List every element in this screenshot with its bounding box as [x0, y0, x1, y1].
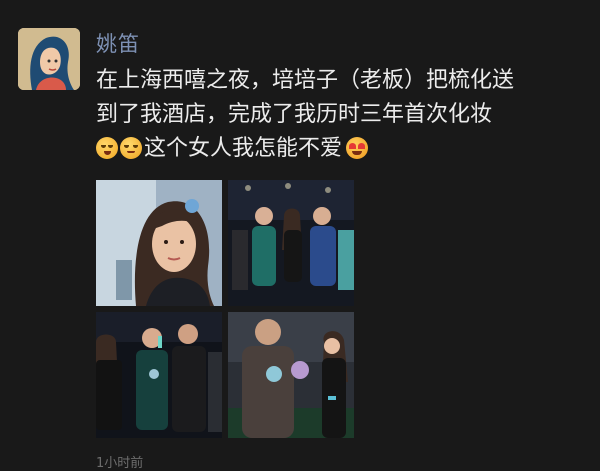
smirk-face-icon	[120, 137, 142, 159]
thinking-face-icon	[96, 137, 118, 159]
post-text-emphasis: 这个女人我怎能不爱	[144, 136, 343, 161]
heart-eyes-face-icon	[346, 137, 369, 159]
man-with-flowers-photo[interactable]	[228, 312, 354, 438]
post-text-line: 这个女人我怎能不爱	[96, 132, 576, 166]
username[interactable]: 姚笛	[96, 28, 140, 58]
crowd-applause-photo[interactable]	[96, 312, 222, 438]
post-text: 在上海西嘻之夜，培培子（老板）把梳化送 到了我酒店，完成了我历时三年首次化妆 这…	[96, 64, 576, 166]
photo-grid	[96, 180, 354, 438]
avatar[interactable]	[18, 28, 80, 90]
post-timestamp: 1小时前	[96, 456, 144, 471]
post-text-line: 到了我酒店，完成了我历时三年首次化妆	[96, 102, 493, 127]
moments-post: 姚笛 在上海西嘻之夜，培培子（老板）把梳化送 到了我酒店，完成了我历时三年首次化…	[0, 0, 600, 471]
group-event-photo[interactable]	[228, 180, 354, 306]
woman-portrait-photo[interactable]	[96, 180, 222, 306]
avatar-illustration	[18, 28, 80, 90]
post-text-line: 在上海西嘻之夜，培培子（老板）把梳化送	[96, 68, 515, 93]
